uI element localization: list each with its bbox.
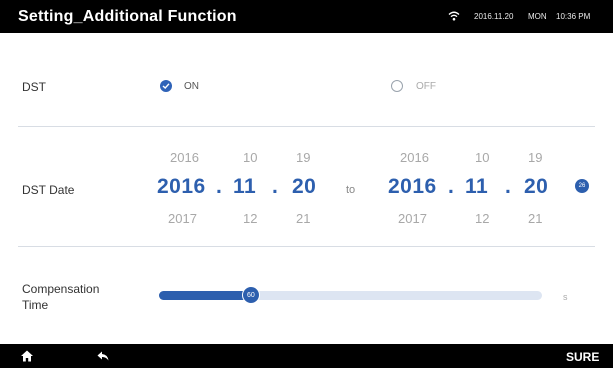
compensation-label-line2: Time	[22, 298, 49, 312]
bottom-bar: SURE	[0, 344, 613, 368]
start-month[interactable]: 11	[233, 175, 256, 199]
end-day[interactable]: 20	[524, 175, 548, 199]
start-year[interactable]: 2016	[157, 175, 206, 199]
date-dot: .	[448, 175, 454, 198]
slider-thumb[interactable]: 60	[241, 286, 260, 304]
end-month[interactable]: 11	[465, 175, 488, 199]
radio-unselected-icon[interactable]	[391, 80, 403, 92]
date-confirm-badge[interactable]: 26	[575, 179, 589, 193]
radio-selected-icon[interactable]	[160, 80, 172, 92]
slider-unit: s	[563, 292, 568, 302]
date-dot: .	[505, 175, 511, 198]
dst-date-label: DST Date	[22, 183, 75, 197]
dst-off-label[interactable]: OFF	[416, 81, 436, 92]
start-month-next[interactable]: 12	[243, 211, 257, 226]
dst-label: DST	[22, 80, 46, 94]
title-bar: Setting_Additional Function 2016.11.20 M…	[0, 0, 613, 33]
compensation-slider[interactable]: 60	[159, 286, 542, 304]
back-arrow-icon[interactable]	[96, 349, 110, 363]
status-day: MON	[528, 12, 547, 21]
end-day-next[interactable]: 21	[528, 211, 542, 226]
end-month-prev[interactable]: 10	[475, 150, 489, 165]
page-title: Setting_Additional Function	[18, 8, 237, 25]
status-date: 2016.11.20	[474, 12, 514, 21]
end-day-prev[interactable]: 19	[528, 150, 542, 165]
date-dot: .	[272, 175, 278, 198]
divider	[18, 126, 595, 127]
date-range-separator: to	[346, 184, 356, 196]
compensation-time-label: Compensation Time	[22, 281, 99, 313]
end-month-next[interactable]: 12	[475, 211, 489, 226]
slider-fill	[159, 291, 251, 300]
start-year-next[interactable]: 2017	[168, 211, 197, 226]
dst-on-label[interactable]: ON	[184, 81, 199, 92]
date-dot: .	[216, 175, 222, 198]
wifi-icon	[448, 11, 460, 21]
divider	[18, 246, 595, 247]
compensation-label-line1: Compensation	[22, 282, 100, 296]
end-year-next[interactable]: 2017	[398, 211, 427, 226]
start-day-next[interactable]: 21	[296, 211, 310, 226]
sure-button[interactable]: SURE	[566, 350, 599, 364]
start-year-prev[interactable]: 2016	[170, 150, 199, 165]
end-year-prev[interactable]: 2016	[400, 150, 429, 165]
start-day[interactable]: 20	[292, 175, 316, 199]
end-year[interactable]: 2016	[388, 175, 437, 199]
start-day-prev[interactable]: 19	[296, 150, 310, 165]
home-icon[interactable]	[20, 349, 34, 363]
start-month-prev[interactable]: 10	[243, 150, 257, 165]
status-time: 10:36 PM	[556, 12, 591, 21]
